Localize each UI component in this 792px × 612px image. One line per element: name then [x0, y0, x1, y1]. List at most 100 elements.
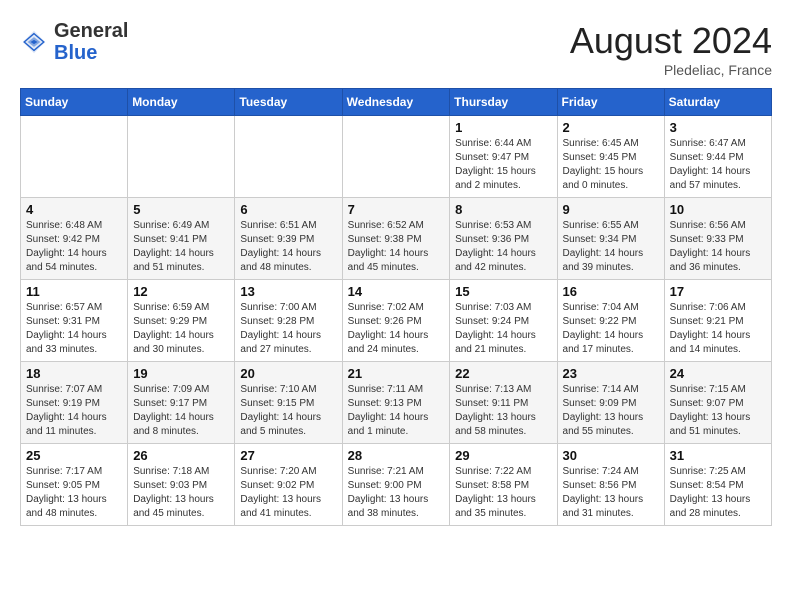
day-info: Sunrise: 6:47 AM Sunset: 9:44 PM Dayligh…: [670, 137, 766, 193]
day-number: 4: [26, 202, 122, 217]
day-info: Sunrise: 7:21 AM Sunset: 9:00 PM Dayligh…: [348, 465, 445, 521]
month-year: August 2024: [570, 20, 772, 62]
calendar-cell: 4 Sunrise: 6:48 AM Sunset: 9:42 PM Daylig…: [21, 198, 128, 280]
logo: General Blue: [20, 20, 128, 64]
calendar-cell: [342, 116, 450, 198]
day-info: Sunrise: 6:53 AM Sunset: 9:36 PM Dayligh…: [455, 219, 551, 275]
day-number: 11: [26, 284, 122, 299]
calendar-cell: 28 Sunrise: 7:21 AM Sunset: 9:00 PM Dayli…: [342, 444, 450, 526]
calendar-cell: 21Sunrise: 7:11 AM Sunset: 9:13 PM Dayli…: [342, 362, 450, 444]
calendar-cell: 12 Sunrise: 6:59 AM Sunset: 9:29 PM Dayli…: [128, 280, 235, 362]
day-number: 10: [670, 202, 766, 217]
day-info: Sunrise: 6:59 AM Sunset: 9:29 PM Dayligh…: [133, 301, 229, 357]
day-number: 1: [455, 120, 551, 135]
day-info: Sunrise: 7:00 AM Sunset: 9:28 PM Dayligh…: [240, 301, 336, 357]
calendar: SundayMondayTuesdayWednesdayThursdayFrid…: [20, 88, 772, 526]
calendar-cell: 15Sunrise: 7:03 AM Sunset: 9:24 PM Dayli…: [450, 280, 557, 362]
calendar-cell: 26 Sunrise: 7:18 AM Sunset: 9:03 PM Dayli…: [128, 444, 235, 526]
calendar-cell: 8Sunrise: 6:53 AM Sunset: 9:36 PM Daylig…: [450, 198, 557, 280]
day-number: 16: [563, 284, 659, 299]
day-info: Sunrise: 7:17 AM Sunset: 9:05 PM Dayligh…: [26, 465, 122, 521]
day-of-week-header: Wednesday: [342, 89, 450, 116]
day-number: 5: [133, 202, 229, 217]
day-info: Sunrise: 6:56 AM Sunset: 9:33 PM Dayligh…: [670, 219, 766, 275]
title-block: August 2024 Pledeliac, France: [570, 20, 772, 78]
day-number: 19: [133, 366, 229, 381]
day-info: Sunrise: 7:22 AM Sunset: 8:58 PM Dayligh…: [455, 465, 551, 521]
calendar-cell: [21, 116, 128, 198]
day-number: 28: [348, 448, 445, 463]
calendar-cell: 11 Sunrise: 6:57 AM Sunset: 9:31 PM Dayli…: [21, 280, 128, 362]
day-number: 13: [240, 284, 336, 299]
day-number: 29: [455, 448, 551, 463]
day-number: 23: [563, 366, 659, 381]
day-info: Sunrise: 7:04 AM Sunset: 9:22 PM Dayligh…: [563, 301, 659, 357]
calendar-cell: 31Sunrise: 7:25 AM Sunset: 8:54 PM Dayli…: [664, 444, 771, 526]
logo-text: General Blue: [54, 20, 128, 64]
calendar-cell: 13 Sunrise: 7:00 AM Sunset: 9:28 PM Dayli…: [235, 280, 342, 362]
calendar-cell: 6 Sunrise: 6:51 AM Sunset: 9:39 PM Daylig…: [235, 198, 342, 280]
day-of-week-header: Saturday: [664, 89, 771, 116]
calendar-cell: [235, 116, 342, 198]
day-info: Sunrise: 6:51 AM Sunset: 9:39 PM Dayligh…: [240, 219, 336, 275]
day-info: Sunrise: 7:25 AM Sunset: 8:54 PM Dayligh…: [670, 465, 766, 521]
calendar-cell: 16 Sunrise: 7:04 AM Sunset: 9:22 PM Dayli…: [557, 280, 664, 362]
day-info: Sunrise: 7:18 AM Sunset: 9:03 PM Dayligh…: [133, 465, 229, 521]
day-of-week-header: Monday: [128, 89, 235, 116]
day-number: 30: [563, 448, 659, 463]
calendar-header: SundayMondayTuesdayWednesdayThursdayFrid…: [21, 89, 772, 116]
day-of-week-header: Tuesday: [235, 89, 342, 116]
day-number: 6: [240, 202, 336, 217]
day-number: 3: [670, 120, 766, 135]
day-number: 15: [455, 284, 551, 299]
calendar-cell: [128, 116, 235, 198]
logo-icon: [20, 28, 48, 56]
day-number: 26: [133, 448, 229, 463]
calendar-cell: 17Sunrise: 7:06 AM Sunset: 9:21 PM Dayli…: [664, 280, 771, 362]
day-number: 25: [26, 448, 122, 463]
day-info: Sunrise: 6:44 AM Sunset: 9:47 PM Dayligh…: [455, 137, 551, 193]
day-info: Sunrise: 7:20 AM Sunset: 9:02 PM Dayligh…: [240, 465, 336, 521]
calendar-cell: 30 Sunrise: 7:24 AM Sunset: 8:56 PM Dayli…: [557, 444, 664, 526]
day-info: Sunrise: 7:06 AM Sunset: 9:21 PM Dayligh…: [670, 301, 766, 357]
calendar-cell: 27Sunrise: 7:20 AM Sunset: 9:02 PM Dayli…: [235, 444, 342, 526]
location: Pledeliac, France: [570, 62, 772, 78]
calendar-cell: 22Sunrise: 7:13 AM Sunset: 9:11 PM Dayli…: [450, 362, 557, 444]
day-number: 9: [563, 202, 659, 217]
day-info: Sunrise: 7:24 AM Sunset: 8:56 PM Dayligh…: [563, 465, 659, 521]
day-info: Sunrise: 6:57 AM Sunset: 9:31 PM Dayligh…: [26, 301, 122, 357]
day-info: Sunrise: 7:09 AM Sunset: 9:17 PM Dayligh…: [133, 383, 229, 439]
day-number: 2: [563, 120, 659, 135]
day-of-week-header: Friday: [557, 89, 664, 116]
day-number: 12: [133, 284, 229, 299]
calendar-cell: 3 Sunrise: 6:47 AM Sunset: 9:44 PM Daylig…: [664, 116, 771, 198]
calendar-cell: 1 Sunrise: 6:44 AM Sunset: 9:47 PM Daylig…: [450, 116, 557, 198]
day-number: 24: [670, 366, 766, 381]
calendar-cell: 23 Sunrise: 7:14 AM Sunset: 9:09 PM Dayli…: [557, 362, 664, 444]
day-info: Sunrise: 6:52 AM Sunset: 9:38 PM Dayligh…: [348, 219, 445, 275]
calendar-cell: 9Sunrise: 6:55 AM Sunset: 9:34 PM Daylig…: [557, 198, 664, 280]
calendar-cell: 5 Sunrise: 6:49 AM Sunset: 9:41 PM Daylig…: [128, 198, 235, 280]
day-number: 7: [348, 202, 445, 217]
page-header: General Blue August 2024 Pledeliac, Fran…: [20, 20, 772, 78]
calendar-body: 1 Sunrise: 6:44 AM Sunset: 9:47 PM Daylig…: [21, 116, 772, 526]
calendar-cell: 25 Sunrise: 7:17 AM Sunset: 9:05 PM Dayli…: [21, 444, 128, 526]
day-info: Sunrise: 6:48 AM Sunset: 9:42 PM Dayligh…: [26, 219, 122, 275]
day-number: 20: [240, 366, 336, 381]
day-number: 14: [348, 284, 445, 299]
day-number: 22: [455, 366, 551, 381]
day-info: Sunrise: 7:10 AM Sunset: 9:15 PM Dayligh…: [240, 383, 336, 439]
day-info: Sunrise: 6:49 AM Sunset: 9:41 PM Dayligh…: [133, 219, 229, 275]
day-info: Sunrise: 6:45 AM Sunset: 9:45 PM Dayligh…: [563, 137, 659, 193]
day-info: Sunrise: 7:07 AM Sunset: 9:19 PM Dayligh…: [26, 383, 122, 439]
calendar-cell: 2 Sunrise: 6:45 AM Sunset: 9:45 PM Daylig…: [557, 116, 664, 198]
day-of-week-header: Thursday: [450, 89, 557, 116]
calendar-cell: 19 Sunrise: 7:09 AM Sunset: 9:17 PM Dayli…: [128, 362, 235, 444]
day-info: Sunrise: 7:02 AM Sunset: 9:26 PM Dayligh…: [348, 301, 445, 357]
calendar-cell: 7 Sunrise: 6:52 AM Sunset: 9:38 PM Daylig…: [342, 198, 450, 280]
calendar-cell: 14 Sunrise: 7:02 AM Sunset: 9:26 PM Dayli…: [342, 280, 450, 362]
day-info: Sunrise: 7:14 AM Sunset: 9:09 PM Dayligh…: [563, 383, 659, 439]
calendar-cell: 10 Sunrise: 6:56 AM Sunset: 9:33 PM Dayli…: [664, 198, 771, 280]
calendar-cell: 29 Sunrise: 7:22 AM Sunset: 8:58 PM Dayli…: [450, 444, 557, 526]
calendar-cell: 18Sunrise: 7:07 AM Sunset: 9:19 PM Dayli…: [21, 362, 128, 444]
